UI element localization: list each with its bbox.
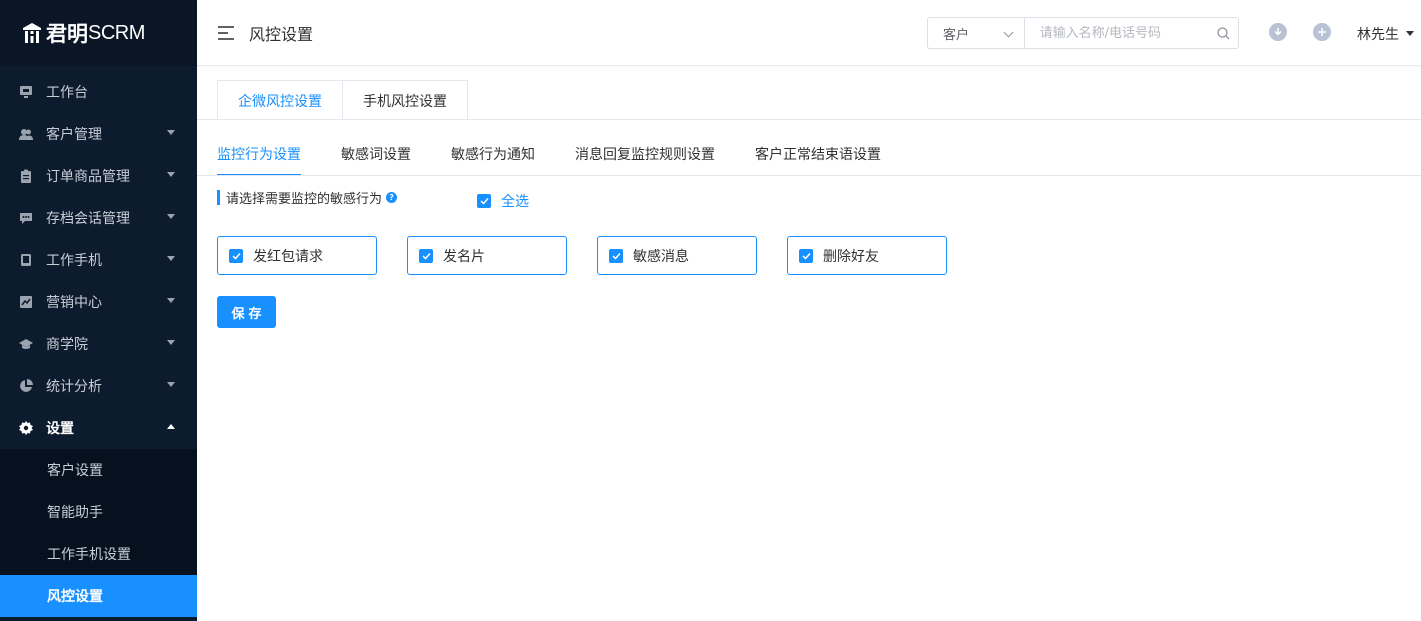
card-tabs: 企微风控设置 手机风控设置 <box>217 80 468 120</box>
section-accent-bar <box>217 189 220 205</box>
settings-submenu: 客户设置 智能助手 工作手机设置 风控设置 <box>0 449 197 617</box>
user-name[interactable]: 林先生 <box>1357 24 1399 44</box>
tab-wecom-risk[interactable]: 企微风控设置 <box>217 80 343 120</box>
download-icon[interactable] <box>1269 23 1287 41</box>
sidebar-item-orders[interactable]: 订单商品管理 <box>0 155 197 197</box>
chevron-down-icon <box>167 130 175 135</box>
page-title: 风控设置 <box>249 24 314 44</box>
sidebar-menu: 工作台 客户管理 订单商品管理 存档会话管理 工作手机 营销中心 商学院 统计分… <box>0 71 197 449</box>
submenu-item-work-phone-settings[interactable]: 工作手机设置 <box>0 533 197 575</box>
chevron-down-icon <box>167 256 175 261</box>
chevron-down-icon <box>167 172 175 177</box>
search-icon[interactable] <box>1210 18 1238 48</box>
sidebar-item-work-phone[interactable]: 工作手机 <box>0 239 197 281</box>
top-header: 风控设置 客户 林先生 <box>197 0 1421 66</box>
chevron-down-icon <box>167 340 175 345</box>
search-scope-value: 客户 <box>943 27 970 43</box>
chart-icon <box>18 294 34 310</box>
sidebar-item-customers[interactable]: 客户管理 <box>0 113 197 155</box>
tab-reply-monitor-rules[interactable]: 消息回复监控规则设置 <box>575 144 715 176</box>
section-label: 请选择需要监控的敏感行为 ? <box>217 189 398 207</box>
sidebar-item-academy[interactable]: 商学院 <box>0 323 197 365</box>
option-label: 发红包请求 <box>253 248 323 265</box>
graduation-cap-icon <box>18 336 34 352</box>
save-button[interactable]: 保存 <box>217 296 276 328</box>
option-sensitive-message[interactable]: 敏感消息 <box>597 236 757 275</box>
option-label: 敏感消息 <box>633 248 689 265</box>
tab-sensitive-notify[interactable]: 敏感行为通知 <box>451 144 535 176</box>
submenu-item-customer-settings[interactable]: 客户设置 <box>0 449 197 491</box>
sidebar-item-archived-chats[interactable]: 存档会话管理 <box>0 197 197 239</box>
sidebar-item-label: 订单商品管理 <box>46 169 130 185</box>
pie-chart-icon <box>18 378 34 394</box>
chevron-down-icon <box>167 214 175 219</box>
logo-text: 君明 <box>46 22 88 46</box>
tab-sensitive-words[interactable]: 敏感词设置 <box>341 144 411 176</box>
sidebar-item-workbench[interactable]: 工作台 <box>0 71 197 113</box>
submenu-item-risk-control[interactable]: 风控设置 <box>0 575 197 617</box>
gear-icon <box>18 420 34 436</box>
option-delete-friend[interactable]: 删除好友 <box>787 236 947 275</box>
checkbox-checked-icon <box>609 248 623 263</box>
menu-collapse-icon[interactable] <box>218 25 234 40</box>
sub-tabs: 监控行为设置 敏感词设置 敏感行为通知 消息回复监控规则设置 客户正常结束语设置 <box>217 144 921 176</box>
tabs-divider <box>197 119 1421 120</box>
tab-phone-risk[interactable]: 手机风控设置 <box>343 80 468 120</box>
phone-icon <box>18 252 34 268</box>
monitor-icon <box>18 84 34 100</box>
clipboard-icon <box>18 168 34 184</box>
help-icon[interactable]: ? <box>386 191 398 203</box>
add-icon[interactable] <box>1313 23 1331 41</box>
submenu-item-smart-assistant[interactable]: 智能助手 <box>0 491 197 533</box>
chevron-down-icon <box>167 382 175 387</box>
sidebar-item-label: 客户管理 <box>46 127 102 143</box>
logo-suffix: SCRM <box>88 21 145 44</box>
search-input[interactable] <box>1024 18 1210 48</box>
option-label: 删除好友 <box>823 248 879 265</box>
chevron-down-icon <box>167 298 175 303</box>
sidebar-item-marketing[interactable]: 营销中心 <box>0 281 197 323</box>
sidebar-item-label: 工作台 <box>46 85 88 101</box>
logo-mark-icon <box>22 22 42 44</box>
option-label: 发名片 <box>443 248 485 265</box>
option-red-packet-request[interactable]: 发红包请求 <box>217 236 377 275</box>
search-scope-select[interactable]: 客户 <box>928 18 1025 48</box>
main-content: 企微风控设置 手机风控设置 监控行为设置 敏感词设置 敏感行为通知 消息回复监控… <box>197 66 1421 621</box>
sidebar-item-label: 商学院 <box>46 337 88 353</box>
sidebar-item-label: 统计分析 <box>46 379 102 395</box>
users-icon <box>18 126 34 142</box>
sub-tabs-divider <box>197 175 1421 176</box>
app-logo[interactable]: 君明 SCRM <box>0 0 197 66</box>
checkbox-checked-icon <box>229 248 243 263</box>
checkbox-checked-icon <box>419 248 433 263</box>
sidebar-item-statistics[interactable]: 统计分析 <box>0 365 197 407</box>
tab-monitor-behavior[interactable]: 监控行为设置 <box>217 144 301 176</box>
sidebar-item-label: 存档会话管理 <box>46 211 130 227</box>
chevron-down-icon <box>1003 27 1014 38</box>
select-all-label: 全选 <box>501 194 529 210</box>
sidebar-item-settings[interactable]: 设置 <box>0 407 197 449</box>
behavior-options: 发红包请求 发名片 敏感消息 删除好友 <box>217 236 977 275</box>
sidebar-item-label: 设置 <box>46 421 74 437</box>
tab-closing-phrases[interactable]: 客户正常结束语设置 <box>755 144 881 176</box>
checkbox-checked-icon <box>477 194 491 208</box>
sidebar-item-label: 营销中心 <box>46 295 102 311</box>
chat-icon <box>18 210 34 226</box>
chevron-up-icon <box>167 424 175 429</box>
section-label-text: 请选择需要监控的敏感行为 <box>226 191 383 207</box>
user-menu-caret-icon[interactable] <box>1406 31 1414 36</box>
sidebar-item-label: 工作手机 <box>46 253 102 269</box>
sidebar: 君明 SCRM 工作台 客户管理 订单商品管理 存档会话管理 工作手机 营销中心… <box>0 0 197 621</box>
search-group: 客户 <box>927 17 1239 49</box>
select-all-checkbox[interactable]: 全选 <box>477 191 529 211</box>
option-send-card[interactable]: 发名片 <box>407 236 567 275</box>
checkbox-checked-icon <box>799 248 813 263</box>
